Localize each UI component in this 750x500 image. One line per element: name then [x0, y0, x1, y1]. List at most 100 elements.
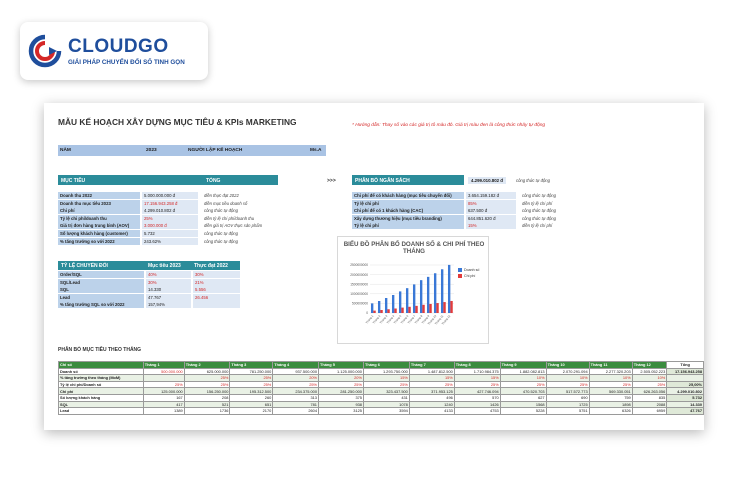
- monthly-total: 14.330: [666, 400, 704, 409]
- bar-chi-phi: [394, 308, 397, 313]
- monthly-cell: 625.000.000: [183, 367, 231, 376]
- monthly-cell: 517.572.773: [545, 387, 590, 395]
- monthly-header-cell: Tháng 9: [499, 361, 547, 369]
- monthly-cell: 627: [499, 393, 547, 402]
- bar-chi-phi: [436, 303, 439, 313]
- monthly-cell: 25%: [545, 380, 590, 389]
- bar-doanh-so: [398, 291, 402, 313]
- bar-chi-phi: [387, 309, 390, 313]
- monthly-cell: 125.000.000: [142, 387, 185, 395]
- target-label: Doanh thu mục tiêu 2023: [58, 199, 140, 207]
- budget-row: Xây dựng thương hiệu (mục tiêu branding)…: [352, 214, 652, 223]
- monthly-header-cell: Tháng 11: [588, 361, 633, 369]
- budget-row: Chi phí để có khách hàng (mục tiêu chuyể…: [352, 192, 652, 200]
- monthly-header-cell: Tháng 5: [317, 361, 364, 369]
- target-note: điền giá trị AOV thực sản phẩm: [204, 223, 263, 229]
- bar-doanh-so: [384, 298, 388, 313]
- monthly-header-cell: Chỉ số: [58, 361, 144, 369]
- monthly-cell: 835: [631, 393, 668, 402]
- monthly-cell: 195.312.500: [229, 387, 274, 395]
- budget-note: công thức tự động: [522, 208, 556, 214]
- bar-doanh-so: [447, 264, 451, 313]
- monthly-cell: 20%: [317, 374, 364, 382]
- target-value: 4.299.010.802 đ: [142, 207, 198, 215]
- monthly-row: Lead 1389 1736 2170 2604 3125 3594 4133 4753 5228…: [58, 407, 704, 415]
- monthly-cell: 15%: [362, 374, 410, 382]
- conversion-actual: 21%: [193, 278, 240, 286]
- monthly-total: 25,00%: [666, 380, 704, 389]
- arrows-text: >>>: [327, 178, 336, 184]
- monthly-cell: 375: [317, 393, 364, 402]
- budget-note: công thức tự động: [522, 215, 556, 221]
- target-note: công thức tự động: [204, 208, 238, 214]
- monthly-cell: 313: [272, 393, 319, 402]
- conversion-row: SQL/Lead 30% 21%: [58, 278, 240, 287]
- target-label: Giá trị đơn hàng trung bình (AOV): [58, 222, 140, 230]
- monthly-cell: 2.277.320.203: [588, 367, 633, 376]
- monthly-header-cell: Tháng 2: [183, 361, 231, 369]
- chart-y-tick: 1000000000: [350, 292, 368, 296]
- chart-legend: Doanh số Chi phí: [458, 267, 479, 279]
- budget-note: công thức tự động: [522, 193, 556, 198]
- monthly-row-label: Tỷ lệ chi phí/Doanh số: [58, 380, 144, 389]
- cloudgo-logo: CLOUDGO GIẢI PHÁP CHUYỂN ĐỔI SỐ TINH GỌN: [20, 22, 208, 80]
- budget-label: Chi phí để có 1 khách hàng (CAC): [352, 207, 464, 215]
- monthly-cell: 1078: [362, 400, 410, 409]
- monthly-row: Chi phí 125.000.000 156.250.000 195.312.500…: [58, 387, 704, 395]
- monthly-cell: 521: [183, 400, 231, 409]
- monthly-cell: 260: [229, 393, 274, 402]
- owner-label: NGƯỜI LẬP KẾ HOẠCH: [188, 148, 243, 153]
- conversion-row: Order/SQL 40% 30%: [58, 271, 240, 279]
- monthly-row: SQL 417 521 651 781 938 1078 1240 1426 1568 1725 18…: [58, 400, 704, 409]
- conversion-row: SQL 14.330 5.556: [58, 286, 240, 294]
- monthly-cell: 167: [142, 393, 185, 402]
- target-label: Doanh thu 2022: [58, 192, 140, 199]
- monthly-cell: 3594: [362, 407, 410, 415]
- conversion-h1: TỶ LỆ CHUYỂN ĐỔI: [61, 263, 108, 269]
- monthly-cell: 1898: [588, 400, 633, 409]
- monthly-total: 4.299.010.802: [666, 387, 704, 395]
- monthly-cell: 25%: [183, 380, 231, 389]
- monthly-cell: 1725: [545, 400, 590, 409]
- target-value: 17.156.943.258 đ: [142, 199, 198, 207]
- monthly-cell: 25%: [453, 380, 501, 389]
- bar-chi-phi: [429, 303, 432, 313]
- budget-value: 15%: [466, 222, 516, 230]
- monthly-total: [666, 374, 704, 382]
- conversion-label: Order/SQL: [58, 271, 144, 278]
- monthly-cell: 10%: [588, 374, 633, 382]
- revenue-cost-chart: BIỂU ĐỒ PHÂN BỔ DOANH SỐ & CHI PHÍ THEO …: [337, 236, 489, 344]
- target-row: % tăng trưởng so với 2022 243.62% công thứ…: [58, 237, 318, 246]
- monthly-header-cell: Tháng 3: [229, 361, 274, 369]
- conversion-target: 47.767: [146, 293, 191, 301]
- monthly-row: % tăng trưởng theo tháng (MoM) 25% 25% 20% 2…: [58, 374, 704, 382]
- budget-row: Chi phí để có 1 khách hàng (CAC) 637.500 …: [352, 207, 652, 215]
- budget-value: 85%: [466, 199, 516, 207]
- target-row: Số lượng khách hàng (customer) 5.732 công …: [58, 229, 318, 238]
- monthly-header-cell: Tổng: [666, 361, 704, 369]
- monthly-cell: 1568: [499, 400, 547, 409]
- target-value: 5.000.000.000 đ: [142, 192, 198, 199]
- legend-swatch-chi-phi: [458, 274, 462, 278]
- bar-chi-phi: [450, 300, 453, 313]
- screenshot-stage: CLOUDGO GIẢI PHÁP CHUYỂN ĐỔI SỐ TINH GỌN…: [0, 0, 750, 500]
- monthly-cell: 6959: [631, 407, 668, 415]
- budget-note: điền tỷ lệ chi phí: [522, 223, 553, 229]
- monthly-cell: 937.500.000: [272, 367, 319, 376]
- bar-chi-phi: [380, 310, 383, 313]
- monthly-cell: 781: [272, 400, 319, 409]
- monthly-cell: 569.330.051: [588, 387, 633, 395]
- monthly-cell: 2170: [229, 407, 274, 415]
- monthly-cell: 496: [408, 393, 455, 402]
- monthly-table: Chỉ số Tháng 1 Tháng 2 Tháng 3 Tháng 4 Tháng …: [58, 361, 704, 415]
- target-label: Tỷ lệ chi phí/doanh thu: [58, 214, 140, 222]
- chart-y-tick: 0: [366, 311, 368, 315]
- chart-y-tick: 2500000000: [350, 263, 368, 267]
- bar-doanh-so: [426, 276, 430, 313]
- monthly-cell: 156.250.000: [183, 387, 231, 395]
- monthly-cell: 1.710.984.375: [453, 367, 501, 376]
- monthly-cell: 431: [362, 393, 410, 402]
- info-bar: NĂM 2023 NGƯỜI LẬP KẾ HOẠCH Ms.A: [58, 145, 326, 156]
- monthly-cell: 1.125.000.000: [317, 367, 364, 376]
- monthly-row: Số lượng khách hàng 167 208 260 313 375 431 496…: [58, 393, 704, 402]
